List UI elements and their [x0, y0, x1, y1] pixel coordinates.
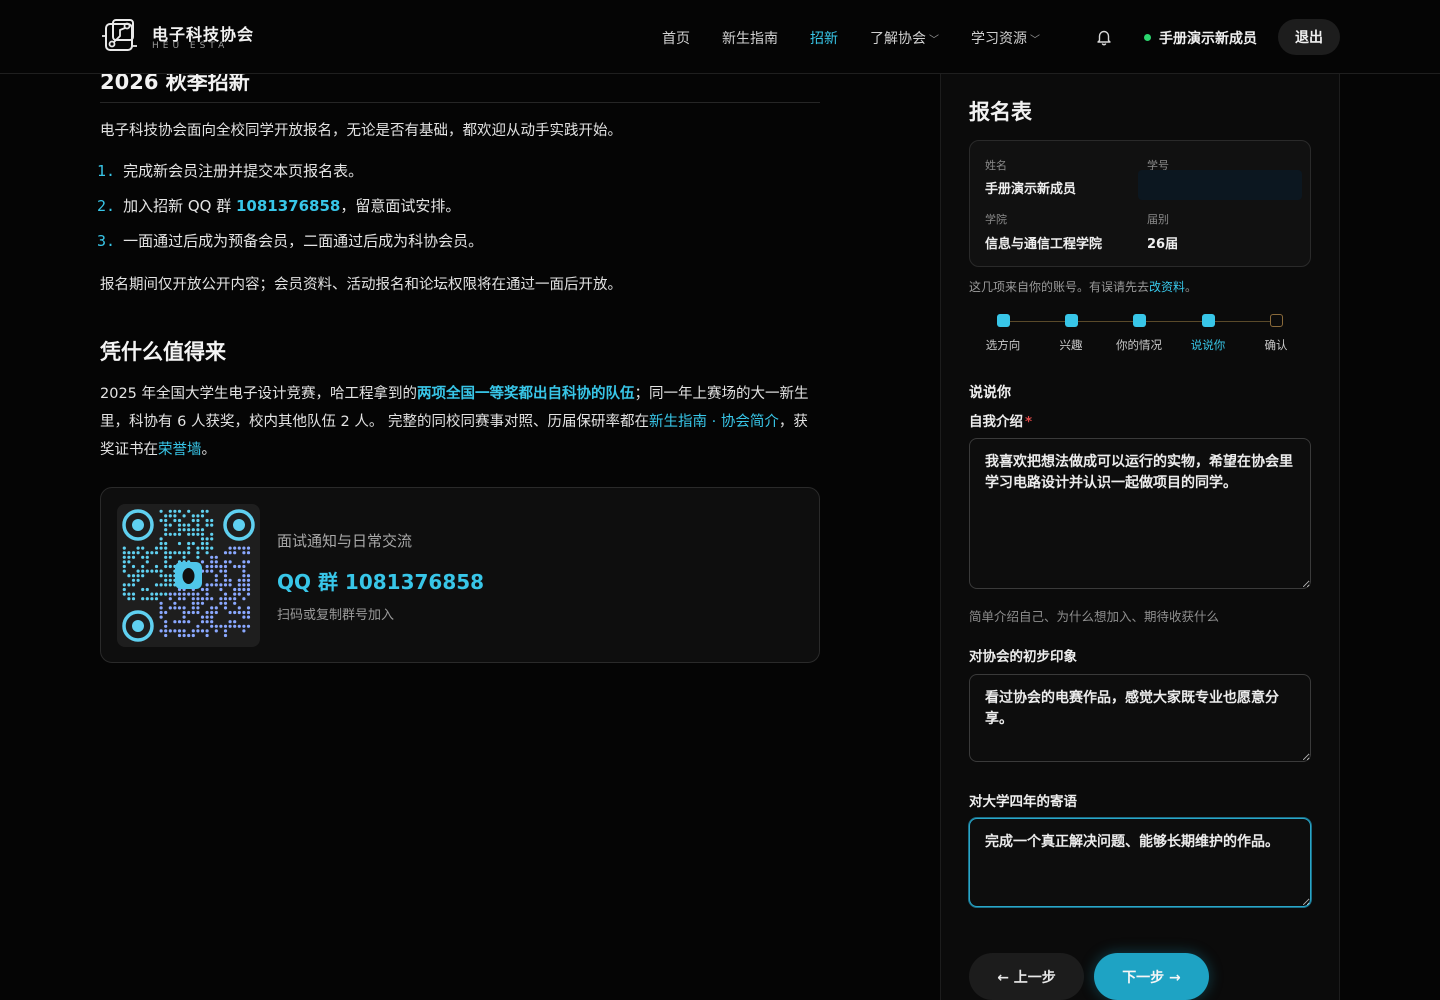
year-label: 届别 [1147, 213, 1169, 226]
stepper-dot-done[interactable] [997, 314, 1010, 327]
circuit-logo-icon[interactable] [100, 16, 140, 56]
stepper-dot-current[interactable] [1202, 314, 1215, 327]
nav-item-about[interactable]: 了解协会 ﹀ [870, 28, 939, 48]
college-value: 信息与通信工程学院 [985, 237, 1103, 252]
honor-wall-link[interactable]: 荣誉墙 [158, 442, 202, 458]
prev-step-button[interactable]: ← 上一步 [969, 953, 1084, 1000]
brand-subtitle: HEU ESTA [152, 41, 229, 51]
form-section-heading: 说说你 [969, 385, 1011, 401]
stepper-dot-done[interactable] [1065, 314, 1078, 327]
list-item: 3. 一面通过后成为预备会员，二面通过后成为科协会员。 [97, 232, 484, 250]
form-title: 报名表 [969, 100, 1032, 124]
divider [100, 102, 820, 103]
account-hint: 这几项来自你的账号。有误请先去改资料。 [969, 280, 1198, 294]
chevron-down-icon: ﹀ [929, 35, 939, 46]
current-user[interactable]: 手册演示新成员 [1144, 28, 1257, 48]
qq-group-card: 面试通知与日常交流 QQ 群 1081376858 扫码或复制群号加入 [100, 487, 820, 663]
bell-icon[interactable] [1095, 28, 1113, 46]
next-step-button[interactable]: 下一步 → [1094, 953, 1209, 1000]
intro-field-hint: 简单介绍自己、为什么想加入、期待收获什么 [969, 609, 1220, 624]
recruit-steps-list: 1. 完成新会员注册并提交本页报名表。 2. 加入招新 QQ 群 108137685… [97, 160, 817, 265]
nav-item-freshman-guide[interactable]: 新生指南 [722, 28, 778, 48]
year-value: 26届 [1147, 237, 1179, 252]
impression-textarea[interactable]: 看过协会的电赛作品，感觉大家既专业也愿意分享。 [969, 674, 1311, 762]
qq-card-caption: 面试通知与日常交流 [277, 532, 413, 550]
name-label: 姓名 [985, 159, 1007, 172]
college-label: 学院 [985, 213, 1007, 226]
guide-intro-link[interactable]: 新生指南 · 协会简介 [649, 414, 779, 430]
chevron-down-icon: ﹀ [1030, 35, 1040, 46]
stepper-label: 兴趣 [1059, 338, 1083, 352]
name-value: 手册演示新成员 [985, 182, 1077, 197]
stepper-dot-todo [1270, 314, 1283, 327]
intro-field-label: 自我介绍 * [969, 414, 1033, 430]
stepper-label: 选方向 [985, 338, 1021, 352]
online-status-dot [1144, 33, 1151, 41]
edit-profile-link[interactable]: 改资料 [1149, 280, 1185, 294]
impression-field-label: 对协会的初步印象 [969, 649, 1077, 665]
why-paragraph: 2025 年全国大学生电子设计竞赛，哈工程拿到的两项全国一等奖都出自科协的队伍；… [100, 386, 809, 458]
qr-code-image [117, 504, 260, 647]
student-id-value [1138, 170, 1302, 200]
list-item: 1. 完成新会员注册并提交本页报名表。 [97, 162, 364, 180]
nav-item-resources[interactable]: 学习资源 ﹀ [971, 28, 1040, 48]
nav-item-home[interactable]: 首页 [662, 28, 690, 48]
highlight-text: 两项全国一等奖都出自科协的队伍 [417, 386, 635, 402]
why-title: 凭什么值得来 [100, 340, 226, 364]
logout-button[interactable]: 退出 [1278, 19, 1340, 55]
qq-group-number[interactable]: QQ 群 1081376858 [277, 566, 484, 595]
stepper-label: 你的情况 [1116, 338, 1162, 352]
stepper-dot-done[interactable] [1133, 314, 1146, 327]
notice-text: 报名期间仅开放公开内容；会员资料、活动报名和论坛权限将在通过一面后开放。 [100, 277, 622, 293]
top-nav: 电子科技协会 HEU ESTA 首页 新生指南 招新 了解协会 ﹀ 学习资源 ﹀ 手… [0, 0, 1440, 74]
nav-item-recruit[interactable]: 招新 [810, 28, 838, 48]
list-item: 2. 加入招新 QQ 群 1081376858，留意面试安排。 [97, 197, 461, 215]
wish-field-label: 对大学四年的寄语 [969, 794, 1077, 810]
qq-card-hint: 扫码或复制群号加入 [277, 608, 395, 623]
stepper-label: 确认 [1264, 338, 1288, 352]
wish-textarea[interactable]: 完成一个真正解决问题、能够长期维护的作品。 [969, 818, 1311, 907]
required-marker: * [1025, 414, 1033, 430]
stepper-label-current: 说说你 [1190, 338, 1226, 352]
intro-text: 电子科技协会面向全校同学开放报名，无论是否有基础，都欢迎从动手实践开始。 [100, 123, 622, 139]
self-intro-textarea[interactable]: 我喜欢把想法做成可以运行的实物，希望在协会里学习电路设计并认识一起做项目的同学。 [969, 438, 1311, 589]
qq-number-link[interactable]: 1081376858 [236, 197, 340, 215]
qr-code-pattern [122, 509, 255, 642]
